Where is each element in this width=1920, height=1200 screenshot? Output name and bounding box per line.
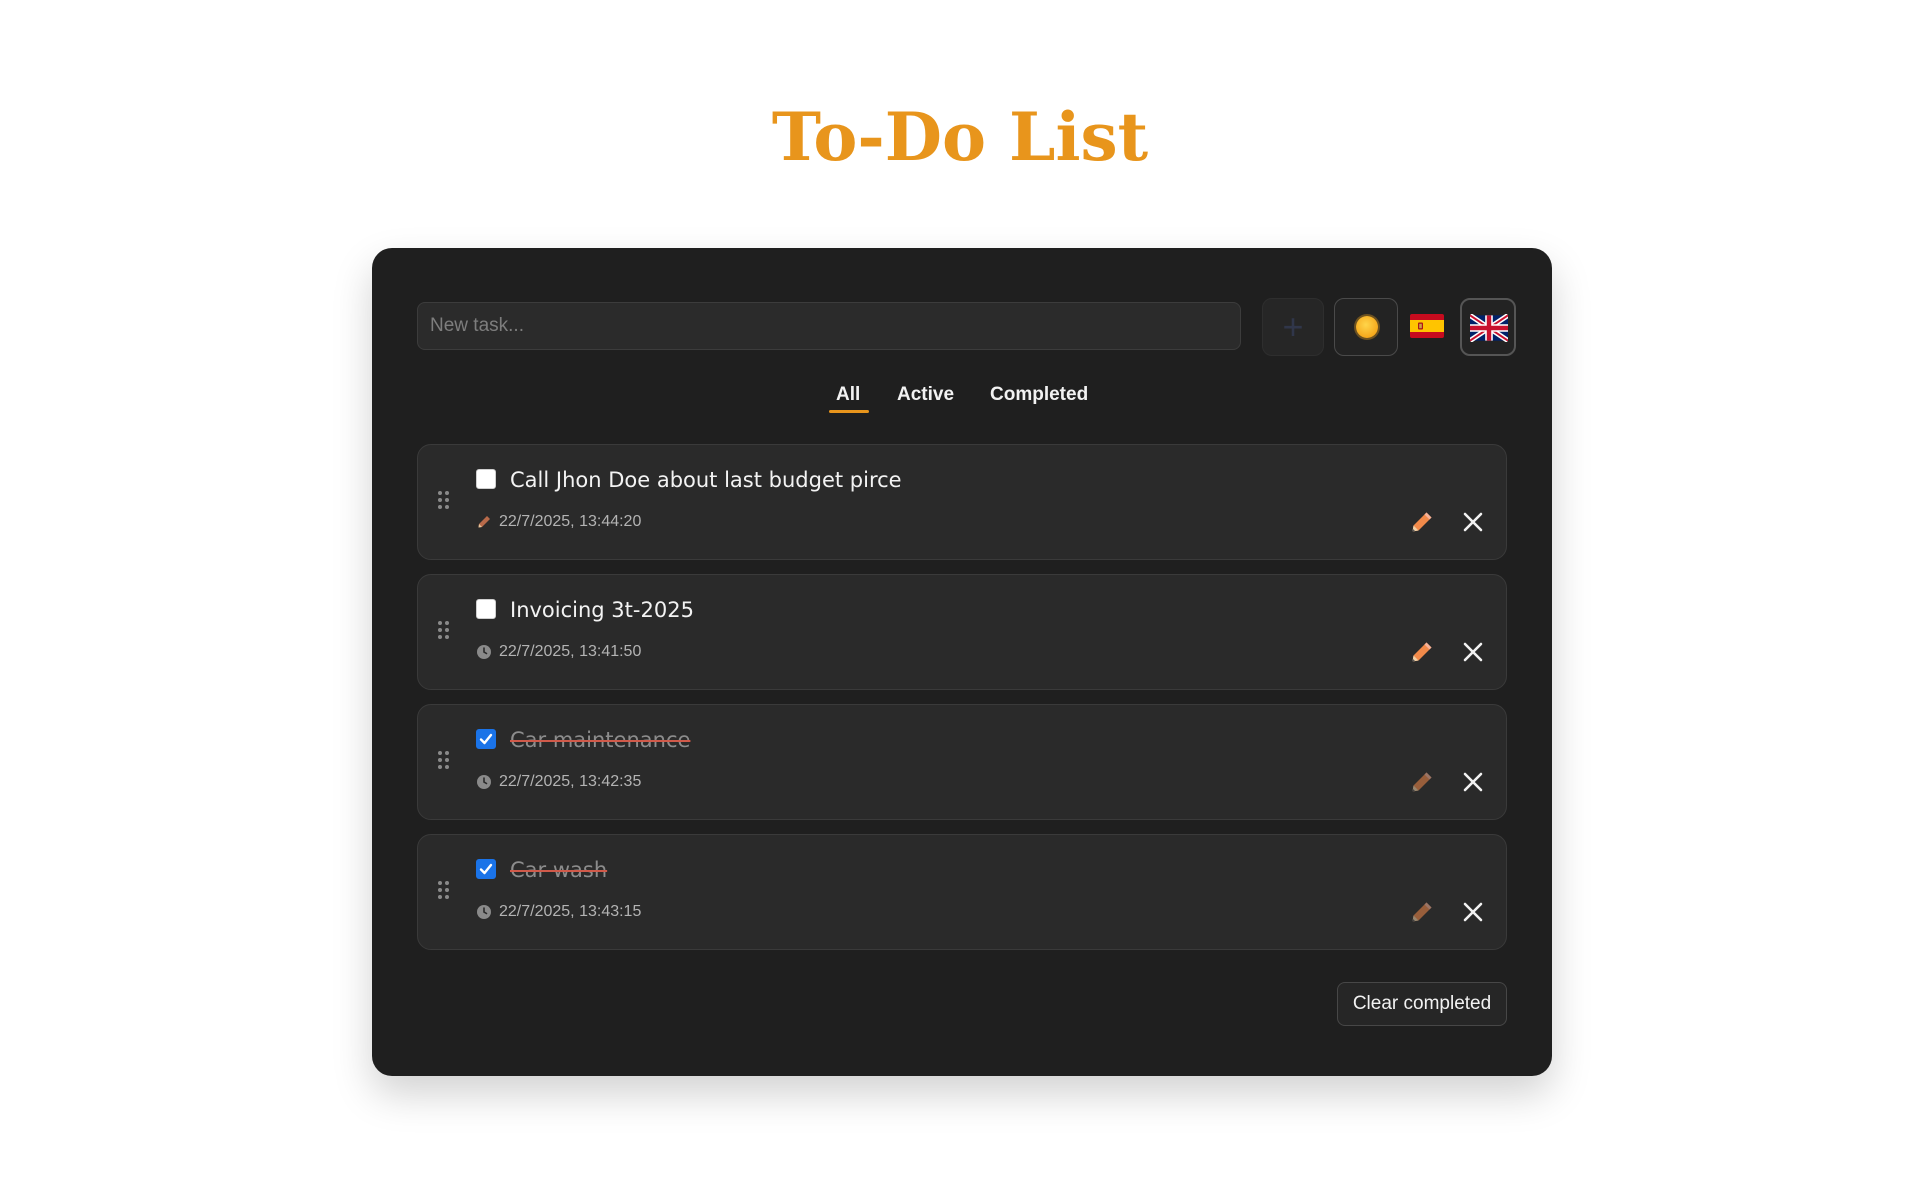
close-icon (1463, 642, 1483, 662)
task-timestamp: 22/7/2025, 13:42:35 (499, 773, 642, 790)
filter-tabs: All Active Completed (372, 380, 1552, 420)
task-timestamp: 22/7/2025, 13:41:50 (499, 643, 642, 660)
delete-task-button[interactable] (1456, 635, 1490, 669)
todo-item: Invoicing 3t-2025 22/7/2025, 13:41:50 (417, 574, 1507, 690)
theme-toggle-button[interactable] (1334, 298, 1398, 356)
close-icon (1463, 902, 1483, 922)
clock-icon (477, 905, 491, 919)
spain-flag-icon (1410, 313, 1444, 338)
todo-item: Call Jhon Doe about last budget pirce 22… (417, 444, 1507, 560)
task-text: Invoicing 3t-2025 (510, 598, 694, 622)
tab-all[interactable]: All (836, 380, 860, 410)
pencil-icon (1412, 512, 1432, 532)
pencil-icon (1412, 772, 1432, 792)
todo-card: + All Active Completed (372, 248, 1552, 1076)
pencil-icon (478, 516, 490, 528)
clock-icon (477, 645, 491, 659)
pencil-icon (1412, 902, 1432, 922)
uk-flag-icon (1470, 314, 1508, 342)
checkmark-icon (479, 733, 493, 745)
page-title: To-Do List (771, 98, 1149, 176)
sun-icon (1356, 316, 1378, 338)
close-icon (1463, 512, 1483, 532)
clock-icon (477, 775, 491, 789)
task-checkbox[interactable] (476, 599, 496, 619)
edit-task-button[interactable] (1405, 895, 1439, 929)
active-tab-indicator (829, 410, 869, 413)
tab-active[interactable]: Active (897, 380, 954, 410)
clear-completed-button[interactable]: Clear completed (1337, 982, 1507, 1026)
add-task-button[interactable]: + (1262, 298, 1324, 356)
edit-task-button[interactable] (1405, 635, 1439, 669)
new-task-input[interactable] (417, 302, 1241, 350)
checkmark-icon (479, 863, 493, 875)
task-timestamp: 22/7/2025, 13:44:20 (499, 513, 642, 530)
task-text: Call Jhon Doe about last budget pirce (510, 468, 902, 492)
task-checkbox[interactable] (476, 469, 496, 489)
delete-task-button[interactable] (1456, 505, 1490, 539)
close-icon (1463, 772, 1483, 792)
task-text: Car maintenance (510, 728, 691, 752)
edit-task-button[interactable] (1405, 505, 1439, 539)
task-text: Car wash (510, 858, 608, 882)
task-checkbox[interactable] (476, 729, 496, 749)
language-english-button[interactable] (1460, 298, 1516, 356)
drag-handle-icon[interactable] (438, 491, 452, 513)
edit-task-button[interactable] (1405, 765, 1439, 799)
plus-icon: + (1282, 306, 1304, 347)
todo-item: Car maintenance 22/7/2025, 13:42:35 (417, 704, 1507, 820)
drag-handle-icon[interactable] (438, 621, 452, 643)
delete-task-button[interactable] (1456, 895, 1490, 929)
task-checkbox[interactable] (476, 859, 496, 879)
tab-completed[interactable]: Completed (990, 380, 1088, 410)
task-timestamp: 22/7/2025, 13:43:15 (499, 903, 642, 920)
pencil-icon (1412, 642, 1432, 662)
delete-task-button[interactable] (1456, 765, 1490, 799)
todo-item: Car wash 22/7/2025, 13:43:15 (417, 834, 1507, 950)
drag-handle-icon[interactable] (438, 881, 452, 903)
drag-handle-icon[interactable] (438, 751, 452, 773)
language-spanish-button[interactable] (1410, 312, 1444, 342)
